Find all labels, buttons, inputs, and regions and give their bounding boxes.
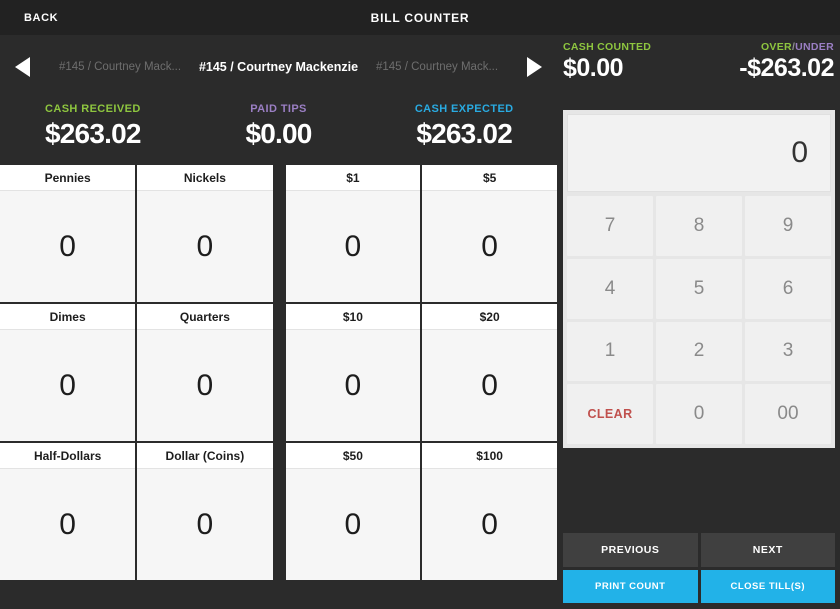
action-buttons: PREVIOUS NEXT PRINT COUNT CLOSE TILL(S) (563, 533, 835, 603)
denom-cell-dollar-coins[interactable]: Dollar (Coins) 0 (137, 443, 273, 580)
denom-label: $50 (285, 443, 421, 469)
keypad-key-clear[interactable]: CLEAR (567, 384, 653, 444)
action-row-navigation: PREVIOUS NEXT (563, 533, 835, 567)
coin-row: Dimes 0 Quarters 0 (0, 304, 273, 443)
bill-grid: $1 0 $5 0 $10 0 $20 0 $50 0 $100 0 (285, 165, 557, 580)
denom-cell-1-dollar[interactable]: $1 0 (285, 165, 423, 302)
denom-label: Half-Dollars (0, 443, 136, 469)
denom-cell-10-dollar[interactable]: $10 0 (285, 304, 423, 441)
keypad-key-8[interactable]: 8 (656, 196, 742, 256)
keypad-key-0[interactable]: 0 (656, 384, 742, 444)
keypad-key-7[interactable]: 7 (567, 196, 653, 256)
denom-label: Dollar (Coins) (137, 443, 273, 469)
keypad-keys: 7 8 9 4 5 6 1 2 3 CLEAR 0 00 (567, 196, 831, 444)
triangle-left-icon (12, 55, 34, 79)
summary-value: $263.02 (416, 118, 512, 149)
keypad-key-double-zero[interactable]: 00 (745, 384, 831, 444)
keypad-key-5[interactable]: 5 (656, 258, 742, 319)
cash-counted-label: CASH COUNTED (563, 41, 652, 53)
bill-row: $10 0 $20 0 (285, 304, 557, 443)
summary-paid-tips: PAID TIPS $0.00 (186, 98, 372, 163)
denom-value: 0 (481, 368, 498, 402)
nav-previous-label[interactable]: #145 / Courtney Mack... (46, 61, 194, 73)
keypad-key-2[interactable]: 2 (656, 321, 742, 382)
numeric-keypad: 0 7 8 9 4 5 6 1 2 3 CLEAR 0 00 (563, 110, 835, 448)
denom-label: $1 (285, 165, 421, 191)
denom-cell-pennies[interactable]: Pennies 0 (0, 165, 138, 302)
denom-value: 0 (481, 229, 498, 263)
bill-row: $1 0 $5 0 (285, 165, 557, 304)
summary-label: PAID TIPS (250, 103, 307, 115)
denom-value: 0 (196, 507, 214, 541)
bill-counter-screen: BACK BILL COUNTER #145 / Courtney Mack..… (0, 0, 840, 609)
next-till-arrow[interactable] (511, 55, 557, 79)
denom-cell-nickels[interactable]: Nickels 0 (137, 165, 273, 302)
keypad-display[interactable]: 0 (567, 114, 831, 192)
denom-cell-50-dollar[interactable]: $50 0 (285, 443, 423, 580)
denom-value: 0 (59, 507, 76, 541)
denom-label: $20 (422, 304, 557, 330)
previous-till-arrow[interactable] (0, 55, 46, 79)
denom-cell-20-dollar[interactable]: $20 0 (422, 304, 557, 441)
over-under-block: OVER/UNDER -$263.02 (699, 35, 840, 98)
next-button[interactable]: NEXT (700, 533, 835, 567)
under-label: UNDER (795, 41, 834, 53)
page-title: BILL COUNTER (370, 10, 470, 25)
keypad-key-4[interactable]: 4 (567, 258, 653, 319)
denom-value: 0 (481, 507, 498, 541)
keypad-key-3[interactable]: 3 (745, 321, 831, 382)
back-button[interactable]: BACK (24, 12, 58, 24)
denom-value: 0 (344, 368, 362, 402)
keypad-key-1[interactable]: 1 (567, 321, 653, 382)
denom-value: 0 (59, 368, 76, 402)
coin-row: Half-Dollars 0 Dollar (Coins) 0 (0, 443, 273, 580)
cash-summary-row: CASH RECEIVED $263.02 PAID TIPS $0.00 CA… (0, 98, 557, 163)
over-under-value: -$263.02 (739, 54, 834, 82)
keypad-key-6[interactable]: 6 (745, 258, 831, 319)
till-navigation: #145 / Courtney Mack... #145 / Courtney … (0, 35, 557, 98)
cash-counted-block: CASH COUNTED $0.00 (557, 35, 699, 98)
title-bar: BACK BILL COUNTER (0, 0, 840, 35)
denom-cell-dimes[interactable]: Dimes 0 (0, 304, 138, 441)
coin-grid: Pennies 0 Nickels 0 Dimes 0 Quarters 0 H… (0, 165, 273, 580)
close-tills-button[interactable]: CLOSE TILL(S) (700, 569, 835, 603)
denom-label: Nickels (137, 165, 273, 191)
denom-label: $100 (422, 443, 557, 469)
denom-value: 0 (344, 229, 362, 263)
denom-label: $5 (422, 165, 557, 191)
denom-cell-5-dollar[interactable]: $5 0 (422, 165, 557, 302)
denomination-grids: Pennies 0 Nickels 0 Dimes 0 Quarters 0 H… (0, 165, 557, 580)
coin-row: Pennies 0 Nickels 0 (0, 165, 273, 304)
summary-value: $0.00 (245, 118, 312, 149)
summary-label: CASH EXPECTED (414, 103, 514, 115)
summary-value: $263.02 (45, 118, 141, 149)
keypad-key-9[interactable]: 9 (745, 196, 831, 256)
denom-value: 0 (344, 507, 362, 541)
summary-cash-expected: CASH EXPECTED $263.02 (371, 98, 557, 163)
denom-label: Dimes (0, 304, 136, 330)
denom-value: 0 (196, 368, 214, 402)
bill-row: $50 0 $100 0 (285, 443, 557, 580)
nav-current-till: #145 / Courtney Mackenzie (198, 59, 359, 74)
denom-cell-quarters[interactable]: Quarters 0 (137, 304, 273, 441)
denom-value: 0 (59, 229, 76, 263)
summary-label: CASH RECEIVED (45, 103, 141, 115)
triangle-right-icon (523, 55, 545, 79)
summary-cash-received: CASH RECEIVED $263.02 (0, 98, 186, 163)
denom-cell-half-dollars[interactable]: Half-Dollars 0 (0, 443, 138, 580)
over-under-label: OVER/UNDER (699, 41, 835, 53)
action-row-primary: PRINT COUNT CLOSE TILL(S) (563, 569, 835, 603)
denom-label: Quarters (137, 304, 273, 330)
counted-summary: CASH COUNTED $0.00 OVER/UNDER -$263.02 (557, 35, 840, 98)
previous-button[interactable]: PREVIOUS (563, 533, 698, 567)
denom-cell-100-dollar[interactable]: $100 0 (422, 443, 557, 580)
denom-label: $10 (285, 304, 421, 330)
denom-value: 0 (196, 229, 214, 263)
cash-counted-value: $0.00 (563, 54, 624, 82)
over-label: OVER (760, 41, 792, 53)
denom-label: Pennies (0, 165, 136, 191)
print-count-button[interactable]: PRINT COUNT (563, 569, 698, 603)
nav-next-label[interactable]: #145 / Courtney Mack... (363, 61, 511, 73)
